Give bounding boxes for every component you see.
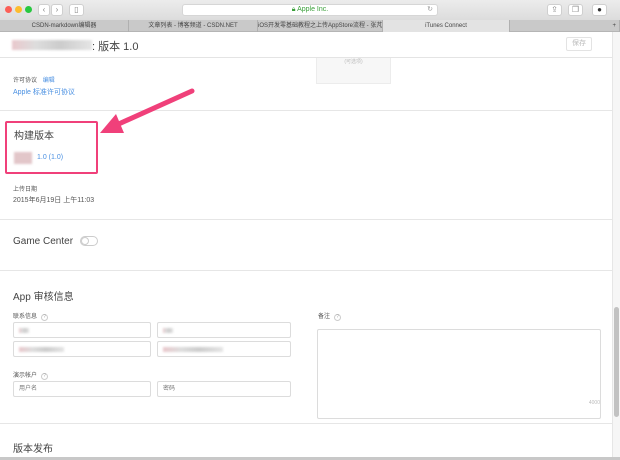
game-center-title: Game Center — [13, 236, 74, 247]
demo-password-input[interactable] — [157, 381, 291, 397]
upload-date-value: 2015年6月19日 上午11:03 — [13, 197, 95, 204]
help-icon[interactable]: ? — [334, 314, 342, 321]
contact-last-name-input[interactable] — [157, 322, 291, 338]
release-section-title: 版本发布 — [13, 444, 53, 455]
demo-account-label: 演示帐户? — [13, 370, 49, 380]
help-icon[interactable]: ? — [41, 314, 49, 321]
contact-email-input[interactable] — [157, 341, 291, 357]
game-center-toggle[interactable] — [80, 236, 98, 246]
upload-date-label: 上传日期 — [13, 187, 38, 193]
review-section-title: App 审核信息 — [13, 292, 74, 303]
contact-phone-input[interactable] — [13, 341, 151, 357]
help-icon[interactable]: ? — [41, 373, 49, 380]
contact-first-name-input[interactable] — [13, 322, 151, 338]
notes-char-counter: 4000 — [588, 400, 600, 406]
divider — [0, 270, 612, 271]
notes-textarea[interactable] — [317, 329, 601, 419]
divider — [0, 423, 612, 424]
demo-username-input[interactable] — [13, 381, 151, 397]
scrollbar-thumb[interactable] — [614, 307, 619, 417]
notes-label: 备注? — [318, 311, 342, 321]
contact-label: 联系信息? — [13, 311, 49, 321]
divider — [0, 219, 612, 220]
scrollbar[interactable] — [612, 32, 620, 460]
